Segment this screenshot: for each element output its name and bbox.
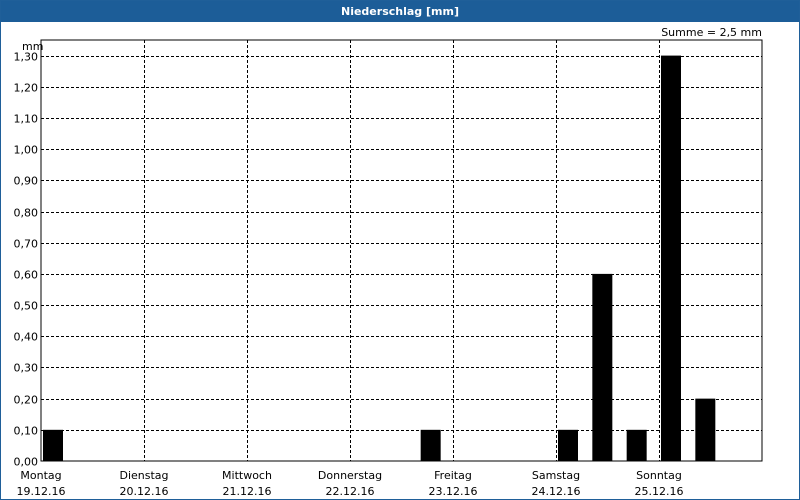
- y-tick-label: 0,30: [14, 362, 39, 375]
- bar: [695, 398, 716, 461]
- y-tick-label: 1,20: [14, 82, 39, 95]
- y-tick-label: 0,70: [14, 238, 39, 251]
- y-tick-label: 0,10: [14, 425, 39, 438]
- x-day-label: Mittwoch: [222, 469, 272, 482]
- y-tick-label: 0,40: [14, 331, 39, 344]
- x-date-label: 21.12.16: [223, 485, 272, 498]
- bar: [420, 429, 441, 461]
- y-tick-label: 0,60: [14, 269, 39, 282]
- bar: [626, 429, 647, 461]
- x-date-label: 24.12.16: [532, 485, 581, 498]
- y-tick-label: 0,00: [14, 456, 39, 469]
- x-day-label: Sonntag: [636, 469, 682, 482]
- precipitation-chart: mm Summe = 2,5 mm 0,000,100,200,300,400,…: [14, 26, 763, 498]
- y-tick-label: 1,00: [14, 144, 39, 157]
- sum-annotation: Summe = 2,5 mm: [661, 26, 762, 39]
- x-date-label: 23.12.16: [429, 485, 478, 498]
- x-date-label: 20.12.16: [120, 485, 169, 498]
- y-tick-label: 1,30: [14, 51, 39, 64]
- x-day-label: Freitag: [434, 469, 472, 482]
- x-date-label: 22.12.16: [326, 485, 375, 498]
- y-tick-label: 0,20: [14, 394, 39, 407]
- bar: [592, 273, 613, 461]
- bar: [43, 429, 63, 461]
- bar: [661, 55, 681, 462]
- x-date-label: 25.12.16: [635, 485, 684, 498]
- y-tick-label: 0,90: [14, 175, 39, 188]
- x-day-label: Montag: [20, 469, 61, 482]
- x-day-label: Donnerstag: [318, 469, 382, 482]
- y-tick-label: 0,50: [14, 300, 39, 313]
- x-day-label: Dienstag: [119, 469, 168, 482]
- bar: [558, 429, 578, 461]
- x-date-label: 19.12.16: [17, 485, 66, 498]
- y-tick-label: 1,10: [14, 113, 39, 126]
- y-tick-label: 0,80: [14, 207, 39, 220]
- plot-area: [40, 39, 763, 462]
- x-day-label: Samstag: [532, 469, 580, 482]
